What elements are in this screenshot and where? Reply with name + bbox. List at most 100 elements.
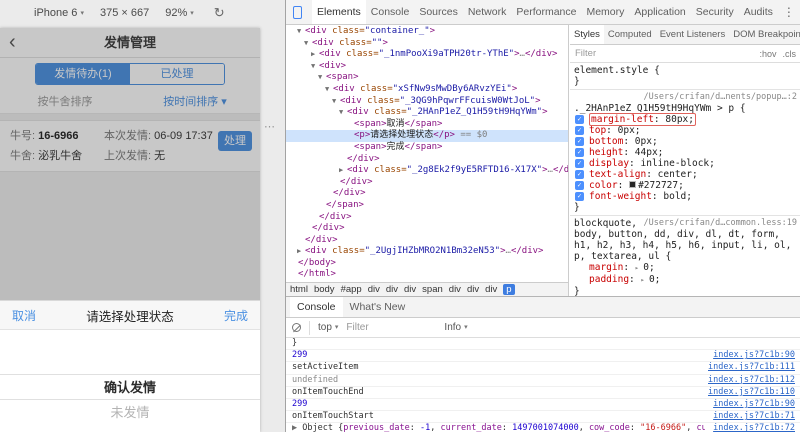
toggle-device-toolbar-icon[interactable] bbox=[293, 5, 302, 19]
zoom-select[interactable]: 92% ▾ bbox=[165, 7, 194, 19]
expander-icon[interactable]: ▼ bbox=[339, 107, 347, 119]
styles-tab-styles[interactable]: Styles bbox=[570, 25, 604, 44]
source-link[interactable]: index.js?7c1b:111 bbox=[708, 362, 795, 373]
dom-tree-row[interactable]: <span>取消</span> bbox=[286, 119, 568, 131]
devtools-tab-application[interactable]: Application bbox=[629, 0, 690, 24]
devtools-tab-console[interactable]: Console bbox=[366, 0, 415, 24]
dom-tree-row[interactable]: </div> bbox=[286, 212, 568, 224]
breadcrumb-item[interactable]: div bbox=[485, 284, 497, 295]
breadcrumb-item[interactable]: body bbox=[314, 284, 335, 295]
dom-tree-row[interactable]: ▶ <div class="_2g8Ek2f9yE5RFTD16-X17X">…<… bbox=[286, 165, 568, 177]
styles-filter-input[interactable]: Filter bbox=[575, 48, 753, 59]
css-property[interactable]: ✓ height: 44px; bbox=[574, 147, 797, 158]
expand-shorthand-icon[interactable]: ▸ bbox=[641, 276, 649, 284]
styles-tab-dom-breakpoints[interactable]: DOM Breakpoints bbox=[729, 25, 800, 44]
source-link[interactable]: index.js?7c1b:90 bbox=[713, 350, 795, 361]
expander-icon[interactable]: ▼ bbox=[297, 26, 305, 38]
devtools-tab-security[interactable]: Security bbox=[691, 0, 739, 24]
property-checkbox[interactable]: ✓ bbox=[575, 126, 584, 135]
property-checkbox[interactable]: ✓ bbox=[575, 148, 584, 157]
picker-option[interactable]: 未发情 bbox=[0, 400, 260, 426]
device-select[interactable]: iPhone 6 ▾ bbox=[34, 7, 84, 19]
dom-tree-row[interactable]: </div> bbox=[286, 154, 568, 166]
breadcrumb-item[interactable]: div bbox=[449, 284, 461, 295]
source-link[interactable]: index.js?7c1b:71 bbox=[713, 411, 795, 422]
property-checkbox[interactable]: ✓ bbox=[575, 170, 584, 179]
expander-icon[interactable]: ▶ bbox=[297, 246, 305, 258]
devtools-menu-icon[interactable]: ⋮ bbox=[778, 5, 800, 19]
viewport-width-input[interactable]: 375 bbox=[100, 7, 118, 19]
dom-tree-row[interactable]: <p>请选择处理状态</p> == $0 bbox=[286, 130, 568, 142]
breadcrumb-item[interactable]: div bbox=[467, 284, 479, 295]
drawer-tab-console[interactable]: Console bbox=[290, 297, 343, 317]
breadcrumb-item[interactable]: span bbox=[422, 284, 443, 295]
property-checkbox[interactable]: ✓ bbox=[575, 181, 584, 190]
clear-console-icon[interactable] bbox=[292, 323, 301, 332]
devtools-tab-memory[interactable]: Memory bbox=[581, 0, 629, 24]
toggle-element-state-button[interactable]: :hov bbox=[759, 49, 776, 59]
dom-tree-row[interactable]: ▼ <div> bbox=[286, 61, 568, 73]
toggle-classes-button[interactable]: .cls bbox=[783, 49, 797, 59]
devtools-tab-audits[interactable]: Audits bbox=[739, 0, 778, 24]
breadcrumb-item[interactable]: html bbox=[290, 284, 308, 295]
css-property[interactable]: padding: ▸ 0; bbox=[574, 274, 797, 286]
property-checkbox[interactable]: ✓ bbox=[575, 137, 584, 146]
execution-context-select[interactable]: top ▾ bbox=[318, 322, 338, 333]
expander-icon[interactable]: ▼ bbox=[318, 72, 326, 84]
console-filter-input[interactable]: Filter bbox=[346, 322, 436, 333]
breadcrumb-item[interactable]: p bbox=[503, 284, 515, 295]
stylesheet-link[interactable]: /Users/crifan/d…nents/popup…:2 bbox=[643, 92, 797, 103]
rotate-icon[interactable]: ↻ bbox=[214, 5, 225, 21]
dom-tree-row[interactable]: </body> bbox=[286, 258, 568, 270]
dom-tree-row[interactable]: ▶ <div class="_1nmPooXi9aTPH20tr-YThE">…<… bbox=[286, 49, 568, 61]
log-level-select[interactable]: Info ▾ bbox=[444, 322, 467, 333]
cancel-button[interactable]: 取消 bbox=[0, 307, 48, 324]
property-checkbox[interactable]: ✓ bbox=[575, 192, 584, 201]
dom-tree-row[interactable]: ▼ <div class="_2HAnP1eZ_Q1H59tH9HqYWm"> bbox=[286, 107, 568, 119]
expander-icon[interactable]: ▼ bbox=[311, 61, 319, 73]
dom-tree-row[interactable]: ▼ <span> bbox=[286, 72, 568, 84]
source-link[interactable]: index.js?7c1b:112 bbox=[708, 375, 795, 386]
devtools-tab-sources[interactable]: Sources bbox=[414, 0, 463, 24]
dom-tree-row[interactable]: ▶ <div class="_2UgjIHZbMRO2N1Bm32eN53">…<… bbox=[286, 246, 568, 258]
expander-icon[interactable]: ▶ bbox=[311, 49, 319, 61]
css-property[interactable]: margin: ▸ 0; bbox=[574, 262, 797, 274]
color-swatch[interactable] bbox=[629, 181, 637, 188]
drawer-tab-what-s-new[interactable]: What's New bbox=[343, 297, 413, 317]
picker-option[interactable]: 确认发情 bbox=[0, 374, 260, 400]
dom-tree-row[interactable]: </div> bbox=[286, 223, 568, 235]
breadcrumb-item[interactable]: div bbox=[404, 284, 416, 295]
css-property[interactable]: ✓ top: 0px; bbox=[574, 125, 797, 136]
expand-shorthand-icon[interactable]: ▸ bbox=[635, 264, 643, 272]
devtools-tab-performance[interactable]: Performance bbox=[511, 0, 581, 24]
expander-icon[interactable]: ▼ bbox=[325, 84, 333, 96]
css-property[interactable]: ✓ margin-left: 80px; bbox=[574, 113, 797, 126]
dom-tree-row[interactable]: </div> bbox=[286, 235, 568, 247]
done-button[interactable]: 完成 bbox=[212, 307, 260, 324]
styles-tab-computed[interactable]: Computed bbox=[604, 25, 656, 44]
breadcrumb-item[interactable]: div bbox=[386, 284, 398, 295]
css-property[interactable]: ✓ display: inline-block; bbox=[574, 158, 797, 169]
devtools-tab-elements[interactable]: Elements bbox=[312, 0, 366, 24]
css-property[interactable]: ✓ font-weight: bold; bbox=[574, 191, 797, 202]
panel-splitter-handle-icon[interactable]: ⋯ bbox=[264, 120, 276, 133]
dom-tree-row[interactable]: </div> bbox=[286, 188, 568, 200]
dom-tree-row[interactable]: ▼ <div class="container_"> bbox=[286, 26, 568, 38]
stylesheet-link[interactable]: /Users/crifan/d…common.less:19 bbox=[643, 218, 797, 229]
expander-icon[interactable]: ▼ bbox=[304, 38, 312, 50]
property-checkbox[interactable]: ✓ bbox=[575, 115, 584, 124]
expander-icon[interactable]: ▼ bbox=[332, 96, 340, 108]
viewport-height-input[interactable]: 667 bbox=[131, 7, 149, 19]
breadcrumb-item[interactable]: div bbox=[368, 284, 380, 295]
dom-tree-row[interactable]: ▼ <div class="xSfNw9sMwDBy6ARvzYEi"> bbox=[286, 84, 568, 96]
dom-tree-row[interactable]: </span> bbox=[286, 200, 568, 212]
dom-tree-row[interactable]: <span>完成</span> bbox=[286, 142, 568, 154]
source-link[interactable]: index.js?7c1b:110 bbox=[708, 387, 795, 398]
expander-icon[interactable]: ▶ bbox=[339, 165, 347, 177]
source-link[interactable]: index.js?7c1b:90 bbox=[713, 399, 795, 410]
styles-tab-event-listeners[interactable]: Event Listeners bbox=[656, 25, 729, 44]
breadcrumb-item[interactable]: #app bbox=[341, 284, 362, 295]
dom-tree-row[interactable]: ▼ <div class="_3QG9hPqwrFFcuisW0WtJoL"> bbox=[286, 96, 568, 108]
css-property[interactable]: ✓ text-align: center; bbox=[574, 169, 797, 180]
dom-tree-row[interactable]: </html> bbox=[286, 269, 568, 281]
